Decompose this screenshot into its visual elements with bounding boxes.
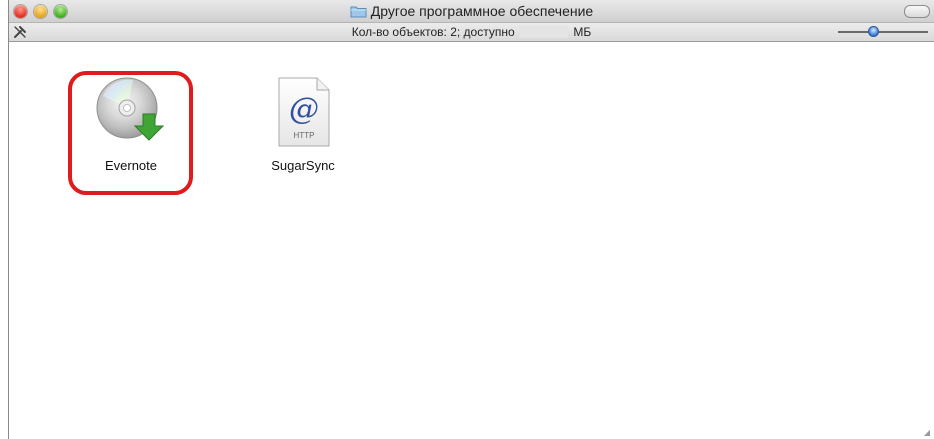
status-unit-text: МБ bbox=[573, 25, 592, 39]
file-label: Evernote bbox=[104, 158, 158, 173]
slider-track bbox=[838, 31, 928, 33]
status-text: Кол-во объектов: 2; доступно МБ bbox=[9, 25, 934, 39]
http-link-icon: @ HTTP bbox=[278, 77, 330, 147]
file-area: Evernote @ HTTP SugarSync ◢ bbox=[9, 42, 934, 439]
file-item-evernote[interactable]: Evernote bbox=[71, 74, 191, 173]
redacted-space-value bbox=[520, 26, 568, 38]
file-label: SugarSync bbox=[271, 158, 335, 173]
file-item-sugarsync[interactable]: @ HTTP SugarSync bbox=[243, 74, 363, 173]
slider-knob[interactable] bbox=[868, 26, 879, 37]
icon-size-slider[interactable] bbox=[838, 26, 928, 38]
resize-grip[interactable]: ◢ bbox=[924, 428, 930, 437]
title-bar[interactable]: Другое программное обеспечение bbox=[9, 0, 934, 23]
folder-icon bbox=[350, 5, 367, 18]
finder-window: Другое программное обеспечение Кол-во об… bbox=[8, 0, 934, 439]
window-title-area: Другое программное обеспечение bbox=[9, 3, 934, 19]
toolbar-toggle-button[interactable] bbox=[904, 5, 930, 18]
install-disc-icon bbox=[96, 77, 165, 141]
status-bar: Кол-во объектов: 2; доступно МБ bbox=[9, 23, 934, 42]
svg-text:@: @ bbox=[289, 92, 319, 127]
svg-text:HTTP: HTTP bbox=[294, 131, 315, 140]
window-title: Другое программное обеспечение bbox=[370, 3, 594, 19]
status-count-text: Кол-во объектов: 2; доступно bbox=[351, 25, 515, 39]
